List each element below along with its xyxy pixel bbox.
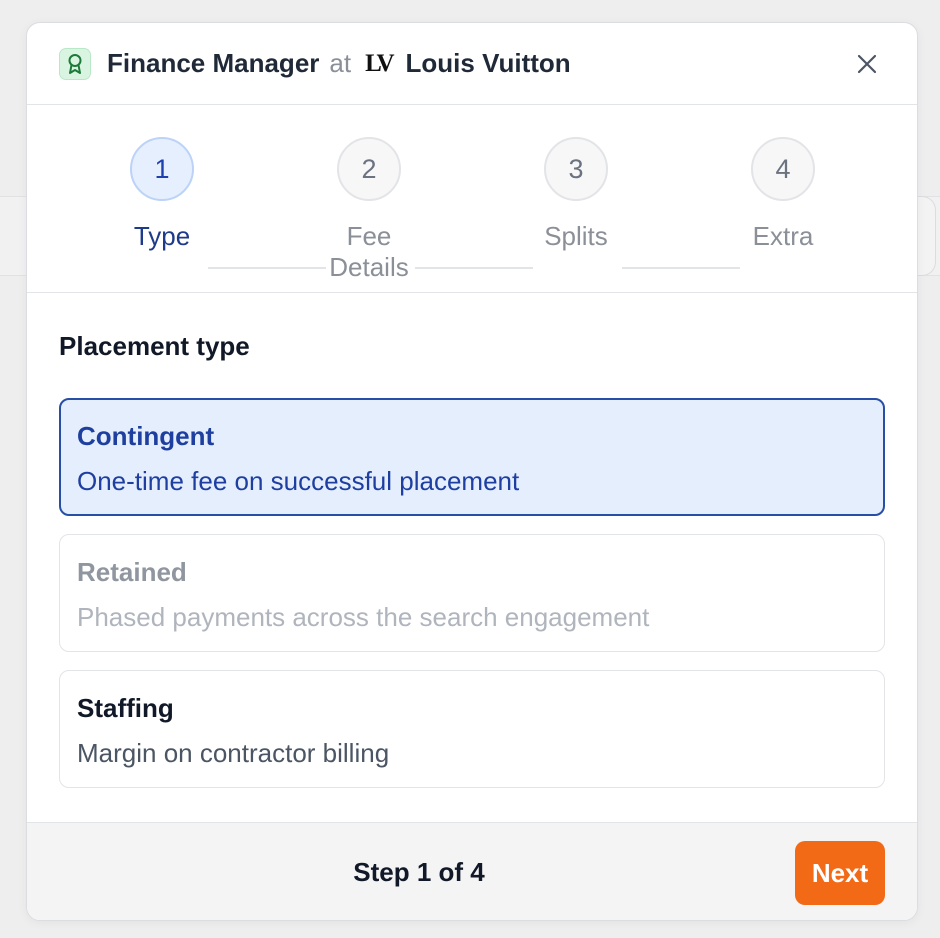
placement-modal: Finance Manager at LV Louis Vuitton 1 Ty…	[26, 22, 918, 921]
step-extra[interactable]: 4 Extra	[723, 137, 843, 252]
step-label: Extra	[752, 221, 814, 251]
step-type[interactable]: 1 Type	[102, 137, 222, 252]
step-connector	[622, 267, 740, 269]
option-retained[interactable]: Retained Phased payments across the sear…	[59, 534, 885, 652]
company-logo: LV	[365, 49, 394, 77]
close-button[interactable]	[849, 46, 885, 82]
step-label: Fee Details	[329, 221, 409, 282]
step-label: Splits	[544, 221, 608, 251]
option-staffing[interactable]: Staffing Margin on contractor billing	[59, 670, 885, 788]
step-number: 3	[544, 137, 608, 201]
option-description: Margin on contractor billing	[77, 738, 390, 768]
step-count: Step 1 of 4	[353, 857, 485, 887]
at-label: at	[329, 48, 352, 78]
close-icon	[857, 54, 877, 73]
option-title: Staffing	[77, 693, 174, 723]
modal-body: Placement type Contingent One-time fee o…	[27, 293, 917, 788]
option-description: Phased payments across the search engage…	[77, 602, 650, 632]
step-number: 2	[337, 137, 401, 201]
option-description: One-time fee on successful placement	[77, 466, 520, 496]
option-contingent[interactable]: Contingent One-time fee on successful pl…	[59, 398, 885, 516]
option-title: Contingent	[77, 421, 215, 451]
step-number: 4	[751, 137, 815, 201]
section-title: Placement type	[59, 331, 250, 361]
modal-header: Finance Manager at LV Louis Vuitton	[27, 23, 917, 105]
company-name: Louis Vuitton	[405, 48, 571, 78]
award-ribbon-icon	[59, 47, 91, 80]
job-title: Finance Manager	[107, 48, 320, 78]
stepper: 1 Type 2 Fee Details 3 Splits 4 Extra	[27, 105, 917, 293]
step-number: 1	[130, 137, 194, 201]
step-label: Type	[133, 221, 191, 251]
next-button[interactable]: Next	[795, 841, 885, 905]
option-title: Retained	[77, 557, 187, 587]
step-connector	[415, 267, 533, 269]
step-fee-details[interactable]: 2 Fee Details	[309, 137, 429, 283]
step-splits[interactable]: 3 Splits	[516, 137, 636, 252]
modal-footer: Step 1 of 4 Next	[27, 822, 917, 920]
